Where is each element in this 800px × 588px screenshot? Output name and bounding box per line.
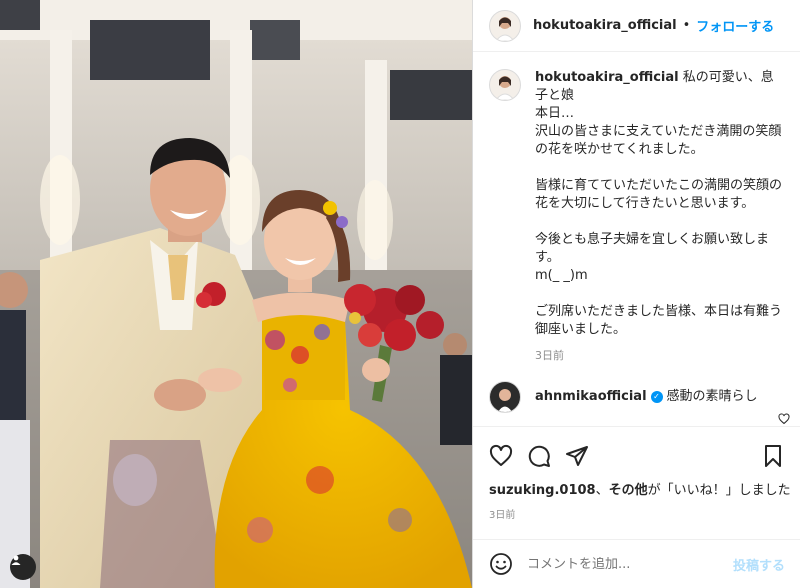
comment-item: ahnmikaofficial ✓ 感動の素晴らし	[489, 381, 785, 413]
comment-input[interactable]	[527, 556, 733, 572]
caption-text: 私の可愛い、息子と娘 本日… 沢山の皆さまに支えていただき満開の笑顔の花を咲かせ…	[535, 70, 783, 337]
comment-text: 感動の素晴らし	[666, 389, 758, 404]
heart-icon[interactable]	[489, 444, 513, 468]
likes-suffix: が「いいね！」しました	[647, 483, 791, 498]
share-icon[interactable]	[565, 444, 589, 468]
post-comment-button[interactable]: 投稿する	[733, 555, 785, 574]
caption-body: hokutoakira_official 私の可愛い、息子と娘 本日… 沢山の皆…	[535, 69, 785, 365]
post-side-panel: hokutoakira_official • フォローする hokutoakir…	[472, 0, 800, 588]
header-username[interactable]: hokutoakira_official	[533, 18, 677, 33]
avatar[interactable]	[489, 9, 521, 42]
wedding-photo	[0, 0, 472, 588]
post-photo[interactable]	[0, 0, 472, 588]
comment-icon[interactable]	[527, 444, 551, 468]
caption-time[interactable]: 3日前	[535, 347, 785, 365]
user-tag-icon[interactable]	[10, 554, 36, 580]
likes-username[interactable]: suzuking.0108	[489, 483, 596, 498]
header-separator: •	[682, 18, 691, 33]
likes-others[interactable]: その他	[609, 483, 648, 498]
emoji-icon[interactable]	[489, 552, 513, 576]
caption-username[interactable]: hokutoakira_official	[535, 70, 679, 85]
likes-connector: 、	[595, 483, 609, 498]
instagram-post-view: hokutoakira_official • フォローする hokutoakir…	[0, 0, 800, 588]
caption: hokutoakira_official 私の可愛い、息子と娘 本日… 沢山の皆…	[489, 69, 785, 365]
follow-button[interactable]: フォローする	[696, 16, 774, 35]
post-header: hokutoakira_official • フォローする	[473, 0, 800, 52]
likes-summary: suzuking.0108、その他が「いいね！」しました	[489, 479, 791, 498]
add-comment-bar: 投稿する	[473, 539, 800, 588]
verified-icon: ✓	[650, 390, 663, 403]
caption-avatar[interactable]	[489, 69, 521, 101]
comment-avatar[interactable]	[489, 381, 521, 413]
bookmark-icon[interactable]	[761, 444, 785, 468]
post-time[interactable]: 3日前	[489, 506, 785, 521]
comments-list[interactable]: hokutoakira_official 私の可愛い、息子と娘 本日… 沢山の皆…	[473, 53, 800, 425]
post-actions: suzuking.0108、その他が「いいね！」しました 3日前	[473, 426, 800, 521]
comment-username[interactable]: ahnmikaofficial	[535, 389, 647, 404]
